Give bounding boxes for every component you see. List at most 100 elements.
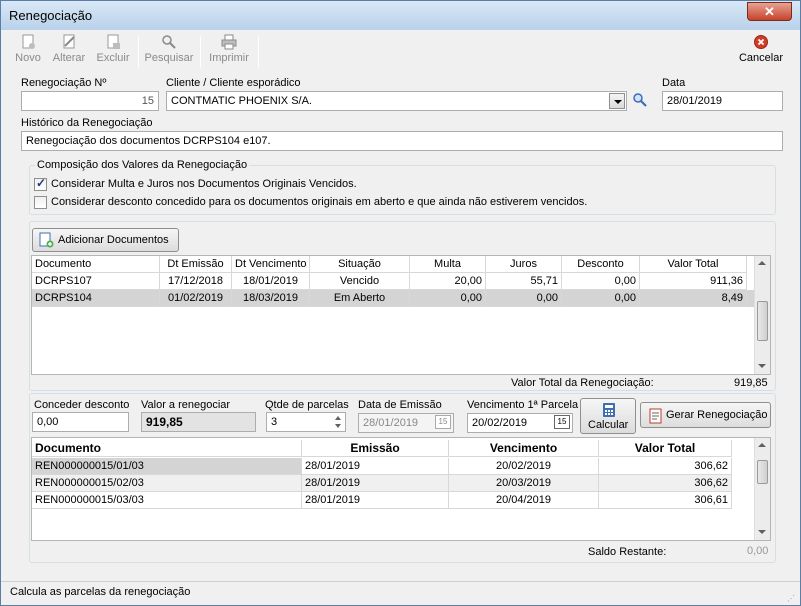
new-document-icon xyxy=(22,34,35,49)
cliente-label: Cliente / Cliente esporádico xyxy=(166,77,301,89)
resize-grip-icon[interactable]: ⋰ xyxy=(787,594,795,603)
renegociacao-number-field[interactable]: 15 xyxy=(21,91,159,111)
table-row[interactable]: DCRPS107 17/12/2018 18/01/2019 Vencido 2… xyxy=(32,273,754,290)
cell-emissao: 28/01/2019 xyxy=(302,458,449,475)
table-row[interactable]: REN000000015/02/03 28/01/2019 20/03/2019… xyxy=(32,475,732,492)
adicionar-documentos-label: Adicionar Documentos xyxy=(58,234,169,246)
toolbar: Novo Alterar Excluir Pesquisar Imprimir … xyxy=(7,32,795,72)
cliente-search-icon[interactable] xyxy=(632,92,648,108)
valor-renegociar-label: Valor a renegociar xyxy=(141,399,231,411)
generate-document-icon xyxy=(649,408,662,424)
header-vencimento[interactable]: Vencimento xyxy=(449,440,599,457)
vencimento-label: Vencimento 1ª Parcela xyxy=(467,399,579,411)
cliente-dropdown-button[interactable] xyxy=(609,93,625,109)
gerar-renegociacao-label: Gerar Renegociação xyxy=(666,409,768,421)
calcular-button[interactable]: Calcular xyxy=(580,398,636,434)
data-field[interactable]: 28/01/2019 xyxy=(662,91,783,111)
header-valor-total[interactable]: Valor Total xyxy=(640,256,747,273)
header-documento[interactable]: Documento xyxy=(32,440,302,457)
adicionar-documentos-button[interactable]: Adicionar Documentos xyxy=(32,228,179,252)
novo-label: Novo xyxy=(15,52,41,64)
cell-valor-total: 911,36 xyxy=(640,273,747,290)
header-dt-vencimento[interactable]: Dt Vencimento xyxy=(232,256,310,273)
qtde-parcelas-label: Qtde de parcelas xyxy=(265,399,349,411)
imprimir-button[interactable]: Imprimir xyxy=(205,34,253,64)
calculator-icon xyxy=(603,403,615,417)
header-multa[interactable]: Multa xyxy=(410,256,486,273)
cancel-icon xyxy=(754,35,768,49)
scroll-up-arrow[interactable] xyxy=(758,443,766,447)
valor-total-value: 919,85 xyxy=(734,377,768,389)
qtde-spinner[interactable] xyxy=(333,413,345,431)
header-juros[interactable]: Juros xyxy=(486,256,562,273)
table-row[interactable]: REN000000015/01/03 28/01/2019 20/02/2019… xyxy=(32,458,732,475)
delete-document-icon xyxy=(107,34,120,49)
cell-desconto: 0,00 xyxy=(562,290,640,307)
cell-dt-emissao: 01/02/2019 xyxy=(160,290,232,307)
pesquisar-button[interactable]: Pesquisar xyxy=(143,34,195,64)
desconto-check-label: Considerar desconto concedido para os do… xyxy=(51,196,588,208)
historico-field[interactable]: Renegociação dos documentos DCRPS104 e10… xyxy=(21,131,783,151)
spin-down-arrow[interactable] xyxy=(335,424,341,428)
multa-juros-label: Considerar Multa e Juros nos Documentos … xyxy=(51,178,357,190)
header-valor-total[interactable]: Valor Total xyxy=(599,440,732,457)
scroll-down-arrow[interactable] xyxy=(758,364,766,368)
valor-renegociar-field: 919,85 xyxy=(141,412,256,432)
edit-document-icon xyxy=(63,34,75,49)
cell-documento: REN000000015/03/03 xyxy=(32,492,302,509)
cell-juros: 55,71 xyxy=(486,273,562,290)
renegociacao-window: Renegociação ✕ Novo Alterar Excluir Pesq… xyxy=(0,0,801,606)
parcelas-grid: Documento Emissão Vencimento Valor Total… xyxy=(31,437,771,541)
cell-documento: REN000000015/01/03 xyxy=(32,458,302,475)
composicao-title: Composição dos Valores da Renegociação xyxy=(35,159,250,171)
multa-juros-checkbox[interactable] xyxy=(34,176,47,191)
conceder-desconto-label: Conceder desconto xyxy=(34,399,130,411)
title-bar: Renegociação ✕ xyxy=(1,1,800,30)
status-bar: Calcula as parcelas da renegociação ⋰ xyxy=(1,581,800,605)
conceder-desconto-field[interactable]: 0,00 xyxy=(32,412,129,432)
valor-total-label: Valor Total da Renegociação: xyxy=(511,377,654,389)
table-row-selected[interactable]: DCRPS104 01/02/2019 18/03/2019 Em Aberto… xyxy=(32,290,754,307)
toolbar-separator xyxy=(258,36,259,68)
calcular-label: Calcular xyxy=(588,419,629,431)
alterar-button[interactable]: Alterar xyxy=(49,34,89,64)
cell-valor-total: 306,62 xyxy=(599,475,732,492)
header-desconto[interactable]: Desconto xyxy=(562,256,640,273)
window-close-button[interactable]: ✕ xyxy=(747,2,792,21)
cell-juros: 0,00 xyxy=(486,290,562,307)
table-row[interactable]: REN000000015/03/03 28/01/2019 20/04/2019… xyxy=(32,492,732,509)
excluir-button[interactable]: Excluir xyxy=(93,34,133,64)
parcelas-header-row: Documento Emissão Vencimento Valor Total xyxy=(32,440,732,457)
toolbar-separator xyxy=(200,36,201,68)
cell-documento: DCRPS107 xyxy=(32,273,160,290)
header-emissao[interactable]: Emissão xyxy=(302,440,449,457)
documentos-grid: Documento Dt Emissão Dt Vencimento Situa… xyxy=(31,255,771,375)
alterar-label: Alterar xyxy=(52,52,86,64)
gerar-renegociacao-button[interactable]: Gerar Renegociação xyxy=(640,402,771,428)
cell-vencimento: 20/03/2019 xyxy=(449,475,599,492)
cell-vencimento: 20/02/2019 xyxy=(449,458,599,475)
cell-emissao: 28/01/2019 xyxy=(302,492,449,509)
saldo-restante-label: Saldo Restante: xyxy=(588,546,667,558)
cell-documento: REN000000015/02/03 xyxy=(32,475,302,492)
header-dt-emissao[interactable]: Dt Emissão xyxy=(160,256,232,273)
cell-desconto: 0,00 xyxy=(562,273,640,290)
renegociacao-number-label: Renegociação Nº xyxy=(21,77,107,89)
parcelas-scrollbar[interactable] xyxy=(754,438,770,540)
cancelar-button[interactable]: Cancelar xyxy=(737,34,785,64)
cell-situacao: Vencido xyxy=(310,273,410,290)
documentos-scrollbar[interactable] xyxy=(754,256,770,374)
cell-valor-total: 306,61 xyxy=(599,492,732,509)
calendar-icon[interactable]: 15 xyxy=(554,415,570,429)
scroll-up-arrow[interactable] xyxy=(758,261,766,265)
scroll-down-arrow[interactable] xyxy=(758,530,766,534)
cliente-combobox[interactable]: CONTMATIC PHOENIX S/A. xyxy=(166,91,627,111)
scroll-thumb[interactable] xyxy=(757,460,768,484)
scroll-thumb[interactable] xyxy=(757,301,768,341)
spin-up-arrow[interactable] xyxy=(335,416,341,420)
header-situacao[interactable]: Situação xyxy=(310,256,410,273)
header-documento[interactable]: Documento xyxy=(32,256,160,273)
novo-button[interactable]: Novo xyxy=(11,34,45,64)
search-icon xyxy=(162,35,176,49)
desconto-checkbox[interactable] xyxy=(34,196,47,209)
